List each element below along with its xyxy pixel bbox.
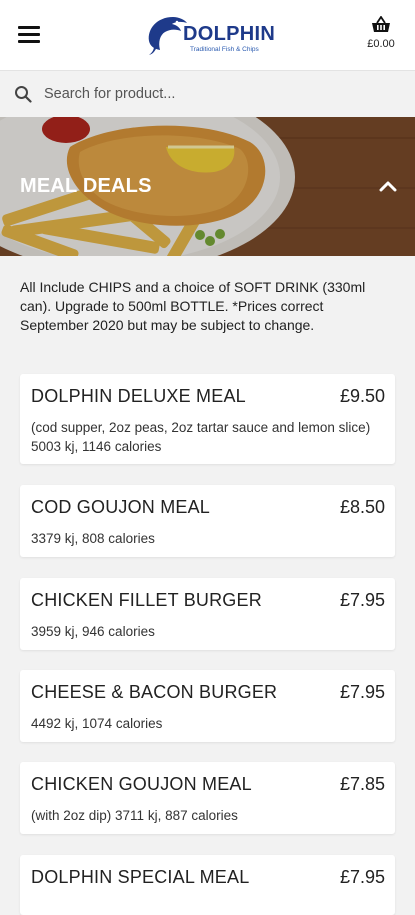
- search-icon: [15, 86, 32, 103]
- search-input[interactable]: [44, 80, 394, 108]
- item-name: COD GOUJON MEAL: [31, 497, 211, 517]
- menu-item-card[interactable]: DOLPHIN DELUXE MEAL £9.50 (cod supper, 2…: [20, 374, 395, 464]
- dolphin-logo[interactable]: DOLPHIN Traditional Fish & Chips: [143, 11, 278, 59]
- search-bar: [0, 71, 415, 117]
- item-price: £7.95: [339, 682, 385, 702]
- basket-icon: [372, 16, 390, 32]
- cart-button[interactable]: £0.00: [361, 16, 401, 56]
- menu-item-card[interactable]: CHICKEN FILLET BURGER £7.95 3959 kj, 946…: [20, 578, 395, 650]
- item-description: (cod supper, 2oz peas, 2oz tartar sauce …: [31, 420, 371, 454]
- hamburger-menu-icon[interactable]: [18, 26, 40, 44]
- item-name: CHEESE & BACON BURGER: [31, 682, 278, 702]
- menu-item-card[interactable]: COD GOUJON MEAL £8.50 3379 kj, 808 calor…: [20, 485, 395, 557]
- menu-item-card[interactable]: CHEESE & BACON BURGER £7.95 4492 kj, 107…: [20, 670, 395, 742]
- menu-item-card[interactable]: CHICKEN GOUJON MEAL £7.85 (with 2oz dip)…: [20, 762, 395, 834]
- category-description: All Include CHIPS and a choice of SOFT D…: [20, 279, 366, 333]
- item-price: £7.95: [339, 867, 385, 887]
- chevron-up-icon[interactable]: [377, 176, 399, 198]
- app-header: DOLPHIN Traditional Fish & Chips £0.00: [0, 0, 415, 71]
- logo-title: DOLPHIN: [183, 23, 276, 45]
- item-description: (with 2oz dip) 3711 kj, 887 calories: [31, 808, 238, 823]
- item-name: CHICKEN GOUJON MEAL: [31, 774, 252, 794]
- item-price: £7.95: [339, 590, 385, 610]
- item-price: £9.50: [339, 386, 385, 406]
- item-name: DOLPHIN DELUXE MEAL: [31, 386, 246, 406]
- menu-item-card[interactable]: DOLPHIN SPECIAL MEAL £7.95: [20, 855, 395, 915]
- logo-subtitle: Traditional Fish & Chips: [190, 46, 259, 53]
- category-banner[interactable]: MEAL DEALS: [0, 117, 415, 256]
- item-description: 3379 kj, 808 calories: [31, 531, 155, 546]
- item-price: £8.50: [339, 497, 385, 517]
- item-description: 3959 kj, 946 calories: [31, 624, 155, 639]
- category-title: MEAL DEALS: [20, 175, 152, 197]
- item-price: £7.85: [339, 774, 385, 794]
- item-name: CHICKEN FILLET BURGER: [31, 590, 262, 610]
- cart-total: £0.00: [367, 38, 395, 50]
- item-name: DOLPHIN SPECIAL MEAL: [31, 867, 250, 887]
- item-description: 4492 kj, 1074 calories: [31, 716, 163, 731]
